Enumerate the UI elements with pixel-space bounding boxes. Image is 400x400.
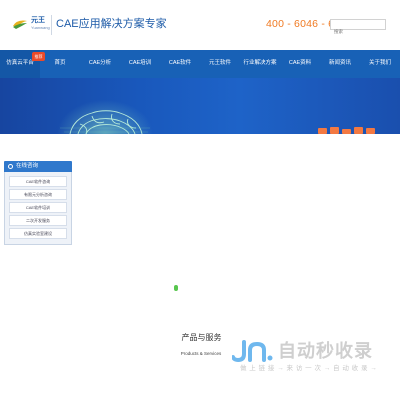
- consult-item-training[interactable]: CAE软件培训: [9, 202, 67, 213]
- nav-item-cae-analysis[interactable]: CAE分析: [80, 50, 120, 78]
- consult-panel-title: 在线咨询: [16, 163, 39, 169]
- watermark: 自动秒收录 做 上 链 接 → 来 访 一 次 → 自 动 收 录 →: [232, 339, 388, 375]
- search-box[interactable]: [330, 19, 391, 36]
- nav-item-cae-software[interactable]: CAE软件: [160, 50, 200, 78]
- nav-item-about[interactable]: 关于我们: [360, 50, 400, 78]
- watermark-logo-icon: [232, 340, 273, 363]
- main-nav: 仿真云平台 首页 CAE分析 CAE培训 CAE软件 元王软件 行业解决方案 C…: [0, 50, 400, 78]
- chat-icon: [8, 164, 13, 169]
- loading-indicator: [174, 285, 178, 291]
- logo-name: 元王: [31, 17, 45, 24]
- consult-item-software[interactable]: CAE软件咨询: [9, 176, 67, 187]
- site-logo[interactable]: 元王 Yuanwang: [12, 15, 52, 35]
- logo-subtitle: Yuanwang: [31, 25, 50, 30]
- nav-item-industry-solutions[interactable]: 行业解决方案: [240, 50, 280, 78]
- banner-heading-glyphs: [318, 127, 375, 134]
- logo-divider: [51, 15, 52, 35]
- online-consult-panel: 在线咨询 CAE软件咨询 有限元分析咨询 CAE软件培训 二次开发服务 仿真实验…: [4, 161, 72, 245]
- consult-item-fea[interactable]: 有限元分析咨询: [9, 189, 67, 200]
- site-header: 元王 Yuanwang CAE应用解决方案专家 400 - 6046 - 636: [0, 0, 400, 50]
- nav-item-cae-training[interactable]: CAE培训: [120, 50, 160, 78]
- recommend-badge: 推荐: [32, 52, 45, 61]
- banner-art: [57, 100, 375, 134]
- site-slogan: CAE应用解决方案专家: [56, 18, 167, 30]
- nav-item-news[interactable]: 新闻资讯: [320, 50, 360, 78]
- consult-panel-list: CAE软件咨询 有限元分析咨询 CAE软件培训 二次开发服务 仿真实验室建设: [4, 172, 72, 245]
- nav-item-cae-resources[interactable]: CAE资料: [280, 50, 320, 78]
- nav-item-yuanwang-software[interactable]: 元王软件: [200, 50, 240, 78]
- logo-mark-icon: [13, 20, 27, 29]
- watermark-text: 自动秒收录: [278, 341, 373, 361]
- consult-item-lab[interactable]: 仿真实验室建设: [9, 228, 67, 239]
- nav-item-home[interactable]: 首页: [40, 50, 80, 78]
- watermark-tagline: 做 上 链 接 → 来 访 一 次 → 自 动 收 录 →: [240, 365, 378, 372]
- consult-item-development[interactable]: 二次开发服务: [9, 215, 67, 226]
- hero-banner[interactable]: [0, 78, 400, 134]
- search-input[interactable]: [331, 27, 391, 36]
- consult-panel-header[interactable]: 在线咨询: [4, 161, 72, 172]
